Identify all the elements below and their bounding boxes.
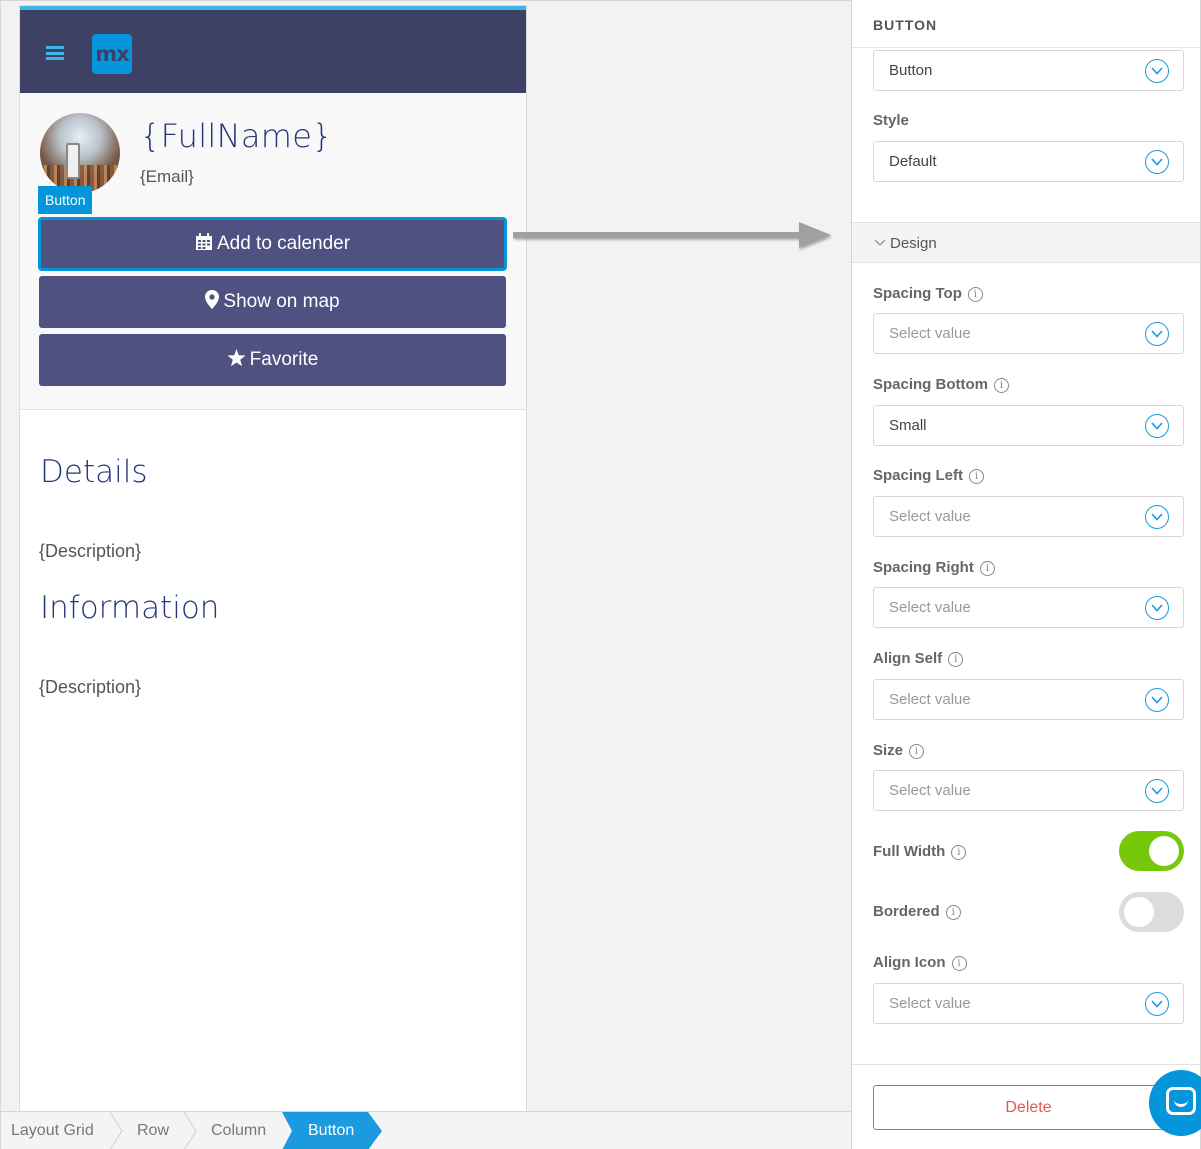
- details-heading: Details: [40, 454, 148, 490]
- spacing-right-select[interactable]: Select value: [873, 587, 1184, 628]
- style-select[interactable]: Default: [873, 141, 1184, 182]
- info-icon[interactable]: i: [909, 744, 925, 759]
- spacing-bottom-value: Small: [889, 417, 927, 434]
- hamburger-menu-icon[interactable]: [46, 46, 64, 60]
- spacing-top-label: Spacing Top i: [873, 285, 983, 302]
- app-navbar: mx: [20, 10, 526, 93]
- info-icon[interactable]: i: [951, 956, 967, 971]
- panel-title: BUTTON: [873, 17, 938, 33]
- email-text: {Email}: [140, 167, 194, 186]
- type-select-value: Button: [889, 62, 933, 79]
- breadcrumb-column[interactable]: Column: [211, 1112, 266, 1149]
- favorite-button[interactable]: Favorite: [39, 334, 506, 386]
- bordered-toggle[interactable]: [1119, 892, 1184, 932]
- profile-header: {FullName} {Email} Button Add to calende…: [20, 93, 526, 410]
- chevron-down-icon: [1145, 150, 1169, 174]
- breadcrumb-row[interactable]: Row: [137, 1112, 169, 1149]
- spacing-right-value: Select value: [889, 599, 971, 616]
- breadcrumb-button-active[interactable]: Button: [282, 1112, 382, 1149]
- info-icon[interactable]: i: [994, 378, 1009, 393]
- full-width-toggle[interactable]: [1119, 831, 1184, 871]
- spacing-left-value: Select value: [889, 508, 971, 525]
- info-icon[interactable]: i: [979, 561, 995, 576]
- fullname-text: {FullName}: [140, 117, 333, 155]
- toggle-knob: [1124, 897, 1154, 927]
- bordered-label: Bordered i: [873, 903, 961, 920]
- spacing-right-label: Spacing Right i: [873, 559, 995, 576]
- details-description: {Description}: [39, 541, 142, 561]
- properties-panel: BUTTON Button Style Default Design Spaci…: [851, 0, 1201, 1149]
- chevron-down-icon: [1145, 322, 1169, 346]
- spacing-bottom-select[interactable]: Small: [873, 405, 1184, 446]
- full-width-label: Full Width i: [873, 843, 967, 860]
- add-to-calendar-label: Add to calender: [216, 233, 351, 254]
- align-icon-value: Select value: [889, 995, 971, 1012]
- avatar: [40, 113, 120, 193]
- align-icon-label: Align Icon i: [873, 954, 967, 971]
- show-on-map-label: Show on map: [223, 291, 340, 312]
- information-heading: Information: [40, 590, 220, 626]
- chevron-down-icon: [1145, 59, 1169, 83]
- spacing-top-value: Select value: [889, 325, 971, 342]
- style-select-value: Default: [889, 153, 937, 170]
- calendar-icon: [195, 220, 213, 268]
- size-value: Select value: [889, 782, 971, 799]
- spacing-left-select[interactable]: Select value: [873, 496, 1184, 537]
- toggle-knob: [1149, 836, 1179, 866]
- map-marker-icon: [205, 276, 220, 328]
- info-icon[interactable]: i: [969, 469, 985, 484]
- star-icon: [227, 334, 246, 386]
- style-label: Style: [873, 112, 909, 129]
- add-to-calendar-button[interactable]: Add to calender: [39, 218, 506, 270]
- chevron-down-icon: [1145, 505, 1169, 529]
- show-on-map-button[interactable]: Show on map: [39, 276, 506, 328]
- chevron-down-icon: [874, 239, 886, 246]
- chevron-down-icon: [1145, 688, 1169, 712]
- chevron-down-icon: [1145, 414, 1169, 438]
- breadcrumb-layout-grid[interactable]: Layout Grid: [11, 1112, 94, 1149]
- design-section-header[interactable]: Design: [852, 222, 1200, 263]
- info-icon[interactable]: i: [967, 287, 983, 302]
- align-self-select[interactable]: Select value: [873, 679, 1184, 720]
- chevron-down-icon: [1145, 596, 1169, 620]
- favorite-label: Favorite: [249, 349, 319, 370]
- delete-button[interactable]: Delete: [873, 1085, 1184, 1130]
- breadcrumb-separator-icon: [183, 1112, 197, 1149]
- page-canvas: mx {FullName} {Email} Button Add to cale…: [0, 0, 851, 1112]
- breadcrumb: Layout Grid Row Column Button: [0, 1111, 851, 1149]
- align-self-label: Align Self i: [873, 650, 964, 667]
- design-section-label: Design: [890, 235, 937, 252]
- phone-preview: mx {FullName} {Email} Button Add to cale…: [19, 5, 527, 1112]
- info-icon[interactable]: i: [945, 905, 961, 920]
- divider: [852, 1064, 1200, 1065]
- spacing-top-select[interactable]: Select value: [873, 313, 1184, 354]
- info-icon[interactable]: i: [948, 652, 964, 667]
- mendix-logo: mx: [92, 34, 132, 74]
- divider: [852, 47, 1200, 48]
- type-select[interactable]: Button: [873, 50, 1184, 91]
- size-label: Size i: [873, 742, 925, 759]
- size-select[interactable]: Select value: [873, 770, 1184, 811]
- spacing-bottom-label: Spacing Bottom i: [873, 376, 1009, 393]
- chevron-down-icon: [1145, 992, 1169, 1016]
- breadcrumb-separator-icon: [109, 1112, 123, 1149]
- align-self-value: Select value: [889, 691, 971, 708]
- align-icon-select[interactable]: Select value: [873, 983, 1184, 1024]
- breadcrumb-active-label: Button: [308, 1122, 355, 1139]
- annotation-arrow-icon: [513, 222, 831, 248]
- information-description: {Description}: [39, 677, 142, 697]
- chevron-down-icon: [1145, 779, 1169, 803]
- selection-tag: Button: [38, 186, 93, 214]
- spacing-left-label: Spacing Left i: [873, 467, 985, 484]
- info-icon[interactable]: i: [951, 845, 967, 860]
